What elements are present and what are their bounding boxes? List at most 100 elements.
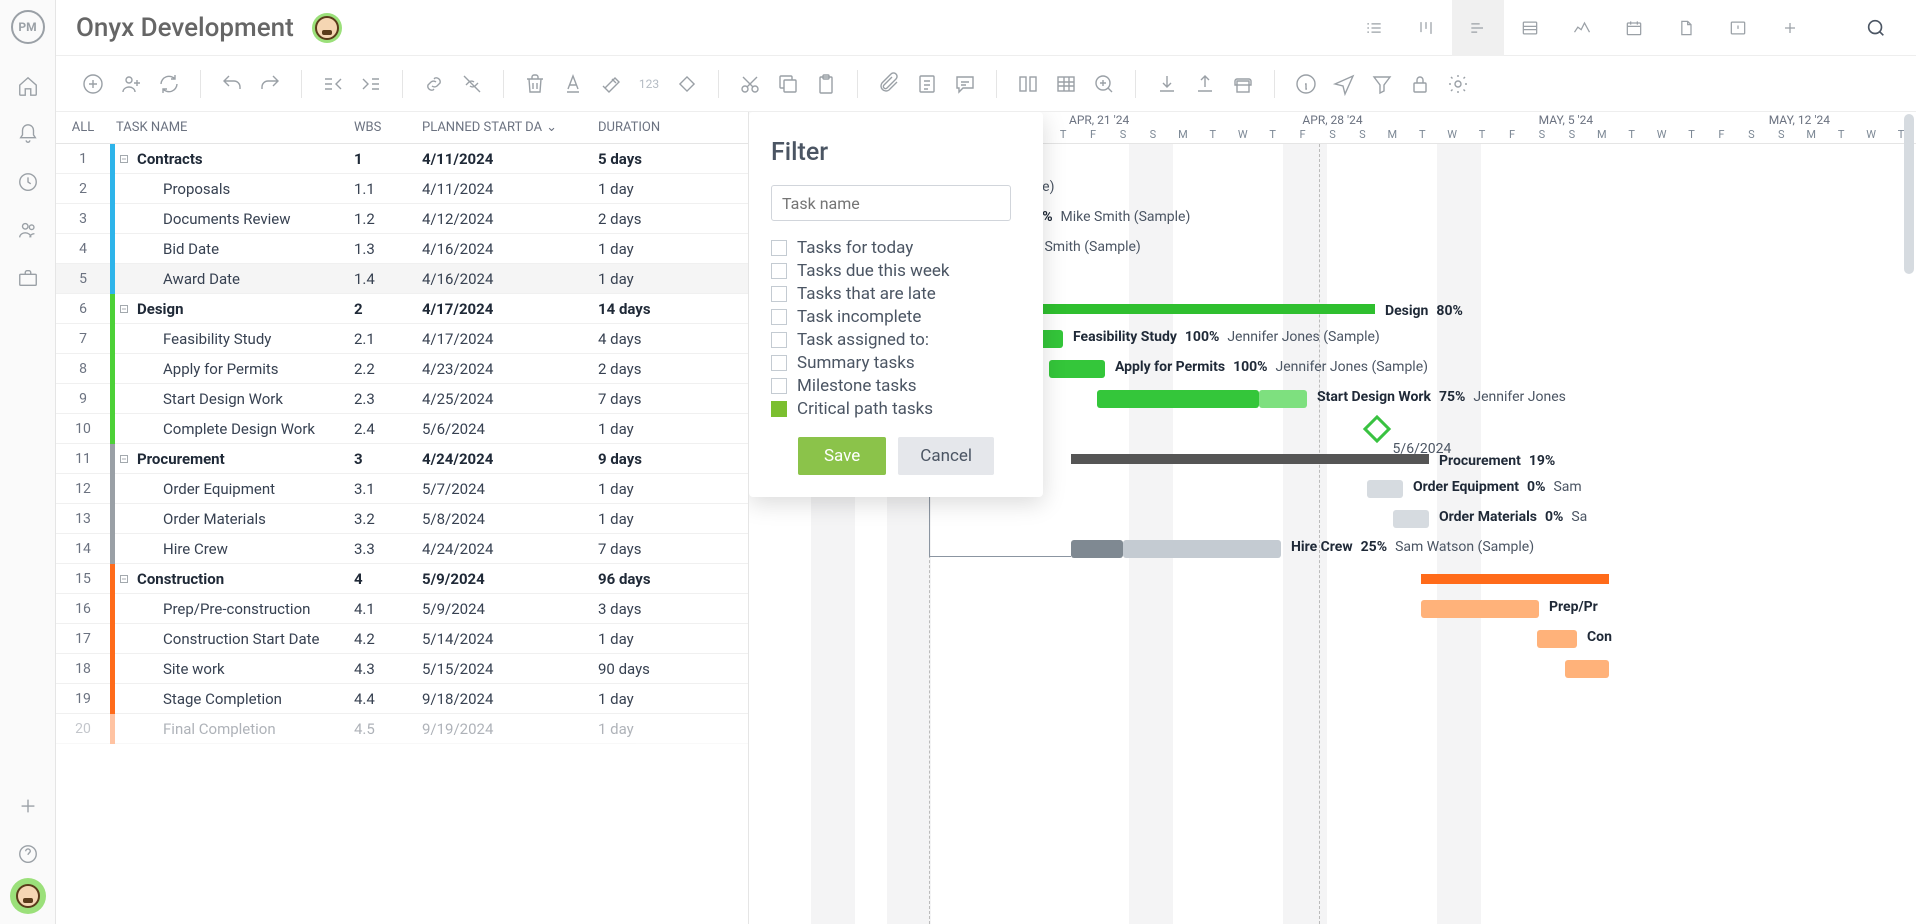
checkbox[interactable]: [771, 332, 787, 348]
expand-toggle-icon[interactable]: [115, 453, 133, 465]
project-avatar[interactable]: [312, 13, 342, 43]
task-row[interactable]: 11 Procurement 3 4/24/2024 9 days: [56, 444, 748, 474]
view-file[interactable]: [1660, 0, 1712, 56]
home-icon[interactable]: [8, 66, 48, 106]
filter-option[interactable]: Milestone tasks: [771, 376, 1021, 396]
indent-icon[interactable]: [356, 69, 386, 99]
zoom-icon[interactable]: [1089, 69, 1119, 99]
col-duration[interactable]: DURATION: [598, 120, 692, 135]
checkbox[interactable]: [771, 240, 787, 256]
filter-option[interactable]: Summary tasks: [771, 353, 1021, 373]
task-bar-remaining[interactable]: [1123, 540, 1281, 558]
briefcase-icon[interactable]: [8, 258, 48, 298]
summary-bar[interactable]: Design80%: [1007, 304, 1375, 314]
help-icon[interactable]: [8, 834, 48, 874]
text-color-icon[interactable]: [558, 69, 588, 99]
task-row[interactable]: 17 Construction Start Date 4.2 5/14/2024…: [56, 624, 748, 654]
filter-option[interactable]: Tasks due this week: [771, 261, 1021, 281]
view-list[interactable]: [1348, 0, 1400, 56]
link-icon[interactable]: [419, 69, 449, 99]
lock-icon[interactable]: [1405, 69, 1435, 99]
task-row[interactable]: 15 Construction 4 5/9/2024 96 days: [56, 564, 748, 594]
task-bar[interactable]: Start Design Work75%Jennifer Jones: [1097, 390, 1259, 408]
view-calendar[interactable]: [1608, 0, 1660, 56]
gantt-chart[interactable]: APR, 21 '24APR, 28 '24MAY, 5 '24MAY, 12 …: [749, 112, 1916, 924]
unlink-icon[interactable]: [457, 69, 487, 99]
task-row[interactable]: 12 Order Equipment 3.1 5/7/2024 1 day: [56, 474, 748, 504]
refresh-icon[interactable]: [154, 69, 184, 99]
export-icon[interactable]: [1190, 69, 1220, 99]
col-name[interactable]: TASK NAME: [110, 120, 354, 135]
people-icon[interactable]: [8, 210, 48, 250]
view-sheet[interactable]: [1504, 0, 1556, 56]
task-row[interactable]: 13 Order Materials 3.2 5/8/2024 1 day: [56, 504, 748, 534]
task-bar[interactable]: Hire Crew25%Sam Watson (Sample): [1071, 540, 1123, 558]
redo-icon[interactable]: [255, 69, 285, 99]
task-bar[interactable]: Prep/Pr: [1421, 600, 1539, 618]
task-row[interactable]: 3 Documents Review 1.2 4/12/2024 2 days: [56, 204, 748, 234]
filter-option[interactable]: Tasks for today: [771, 238, 1021, 258]
summary-bar[interactable]: [1421, 574, 1609, 584]
send-icon[interactable]: [1329, 69, 1359, 99]
checkbox[interactable]: [771, 401, 787, 417]
col-wbs[interactable]: WBS: [354, 120, 422, 135]
task-bar[interactable]: Con: [1537, 630, 1577, 648]
app-logo[interactable]: PM: [11, 10, 45, 44]
task-row[interactable]: 14 Hire Crew 3.3 4/24/2024 7 days: [56, 534, 748, 564]
col-all[interactable]: ALL: [56, 120, 110, 135]
checkbox[interactable]: [771, 263, 787, 279]
paste-icon[interactable]: [811, 69, 841, 99]
percent-icon[interactable]: 123: [634, 69, 664, 99]
checkbox[interactable]: [771, 378, 787, 394]
task-row[interactable]: 16 Prep/Pre-construction 4.1 5/9/2024 3 …: [56, 594, 748, 624]
search-icon[interactable]: [1856, 8, 1896, 48]
bell-icon[interactable]: [8, 114, 48, 154]
task-row[interactable]: 6 Design 2 4/17/2024 14 days: [56, 294, 748, 324]
view-add[interactable]: [1764, 0, 1816, 56]
task-row[interactable]: 10 Complete Design Work 2.4 5/6/2024 1 d…: [56, 414, 748, 444]
checkbox[interactable]: [771, 309, 787, 325]
plus-icon[interactable]: [8, 786, 48, 826]
comment-icon[interactable]: [950, 69, 980, 99]
task-row[interactable]: 19 Stage Completion 4.4 9/18/2024 1 day: [56, 684, 748, 714]
task-row[interactable]: 9 Start Design Work 2.3 4/25/2024 7 days: [56, 384, 748, 414]
filter-option[interactable]: Task assigned to:: [771, 330, 1021, 350]
task-row[interactable]: 5 Award Date 1.4 4/16/2024 1 day: [56, 264, 748, 294]
delete-icon[interactable]: [520, 69, 550, 99]
filter-option[interactable]: Critical path tasks: [771, 399, 1021, 419]
settings-icon[interactable]: [1443, 69, 1473, 99]
outdent-icon[interactable]: [318, 69, 348, 99]
expand-toggle-icon[interactable]: [115, 303, 133, 315]
import-icon[interactable]: [1152, 69, 1182, 99]
clear-format-icon[interactable]: [596, 69, 626, 99]
view-workload[interactable]: [1556, 0, 1608, 56]
filter-save-button[interactable]: Save: [798, 437, 886, 475]
col-start[interactable]: PLANNED START DA⌄: [422, 120, 598, 135]
grid-icon[interactable]: [1051, 69, 1081, 99]
filter-icon[interactable]: [1367, 69, 1397, 99]
add-task-icon[interactable]: [78, 69, 108, 99]
copy-icon[interactable]: [773, 69, 803, 99]
task-bar[interactable]: [1565, 660, 1609, 678]
task-row[interactable]: 18 Site work 4.3 5/15/2024 90 days: [56, 654, 748, 684]
clock-icon[interactable]: [8, 162, 48, 202]
task-row[interactable]: 2 Proposals 1.1 4/11/2024 1 day: [56, 174, 748, 204]
milestone-diamond[interactable]: 5/6/2024: [1363, 415, 1391, 443]
task-bar-remaining[interactable]: [1259, 390, 1307, 408]
task-row[interactable]: 20 Final Completion 4.5 9/19/2024 1 day: [56, 714, 748, 744]
checkbox[interactable]: [771, 355, 787, 371]
user-avatar[interactable]: [10, 878, 46, 914]
view-risk[interactable]: [1712, 0, 1764, 56]
assign-icon[interactable]: [116, 69, 146, 99]
task-bar[interactable]: Order Equipment0%Sam: [1367, 480, 1403, 498]
task-bar[interactable]: Order Materials0%Sa: [1393, 510, 1429, 528]
task-row[interactable]: 7 Feasibility Study 2.1 4/17/2024 4 days: [56, 324, 748, 354]
milestone-icon[interactable]: [672, 69, 702, 99]
expand-toggle-icon[interactable]: [115, 153, 133, 165]
undo-icon[interactable]: [217, 69, 247, 99]
view-gantt[interactable]: [1452, 0, 1504, 56]
cut-icon[interactable]: [735, 69, 765, 99]
task-bar[interactable]: Apply for Permits100%Jennifer Jones (Sam…: [1049, 360, 1105, 378]
filter-option[interactable]: Tasks that are late: [771, 284, 1021, 304]
attach-icon[interactable]: [874, 69, 904, 99]
